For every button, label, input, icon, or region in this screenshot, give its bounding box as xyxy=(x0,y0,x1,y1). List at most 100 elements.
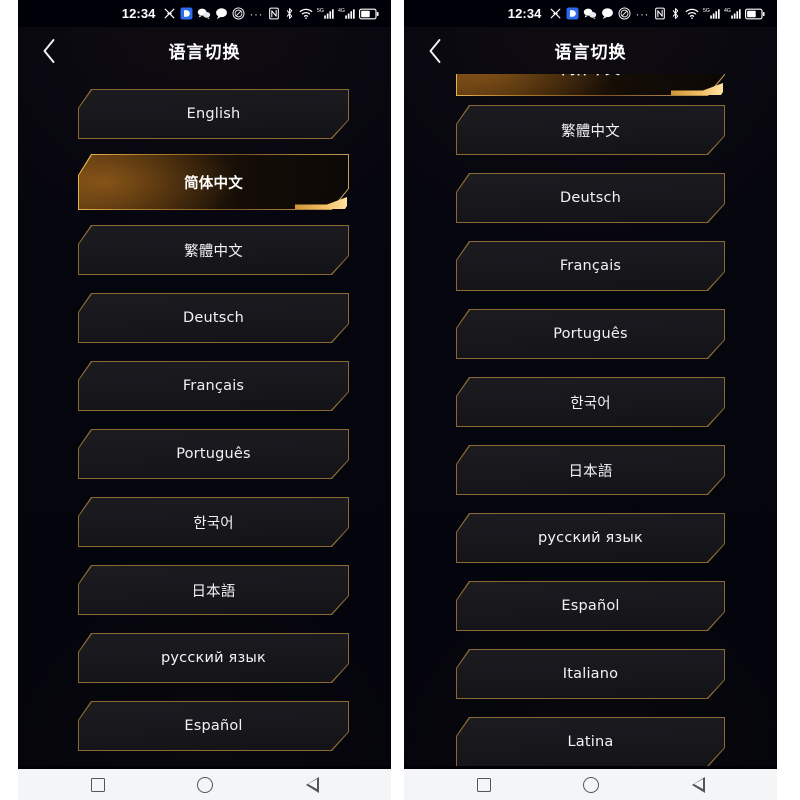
signal-5g-sim1-icon: 5G xyxy=(317,7,334,20)
language-option-label: 日本語 xyxy=(191,583,236,600)
mute-vibrate-icon xyxy=(549,7,562,20)
language-option-selected[interactable]: 简体中文 xyxy=(78,154,349,210)
language-option[interactable]: Latina xyxy=(456,717,725,766)
language-option-label: Deutsch xyxy=(182,310,245,326)
more-dots-icon: ··· xyxy=(249,6,263,21)
language-list-top[interactable]: English 简体中文繁體中文 Deutsch Français Português 한… xyxy=(18,74,391,766)
square-recents-icon xyxy=(90,777,105,792)
language-row: 简体中文 xyxy=(18,148,391,216)
wechat-icon xyxy=(197,7,211,20)
left-white-margin xyxy=(0,0,18,800)
language-option[interactable]: Italiano xyxy=(456,649,725,699)
phone-panel-language-list-scrolled: 12:34 ··· 5G 4G 语言切换 繁體中文 Deutsch França… xyxy=(404,0,777,800)
language-option-label: Português xyxy=(176,446,251,462)
language-option-label: 繁體中文 xyxy=(561,123,620,140)
language-option[interactable]: Français xyxy=(456,241,725,291)
do-not-disturb-icon xyxy=(232,7,245,20)
system-back-button[interactable] xyxy=(681,772,715,798)
language-option[interactable]: Português xyxy=(456,309,725,359)
home-button[interactable] xyxy=(188,772,222,798)
language-row: 繁體中文 xyxy=(18,216,391,284)
language-row: 한국어 xyxy=(18,488,391,556)
triangle-back-icon xyxy=(691,776,705,793)
do-not-disturb-icon xyxy=(618,7,631,20)
language-option-label: русский язык xyxy=(161,650,266,666)
language-option-label: 日本語 xyxy=(568,463,613,480)
language-option[interactable]: русский язык xyxy=(78,633,349,683)
chevron-left-icon xyxy=(43,38,54,63)
language-option-label: 繁體中文 xyxy=(184,243,243,260)
language-option[interactable]: Português xyxy=(78,429,349,479)
language-row: Deutsch xyxy=(18,284,391,352)
language-option[interactable]: Español xyxy=(78,701,349,751)
language-row: Português xyxy=(404,300,777,368)
message-bubble-icon xyxy=(215,7,228,20)
language-option[interactable]: 한국어 xyxy=(456,377,725,427)
language-row: English xyxy=(18,80,391,148)
language-option-selected[interactable]: 简体中文 xyxy=(456,74,725,96)
language-option-label: Português xyxy=(553,326,628,342)
language-option-label: 简体中文 xyxy=(184,175,243,192)
status-bar: 12:34 ··· 5G 4G xyxy=(404,0,777,27)
language-option-label: 한국어 xyxy=(570,395,611,412)
language-option[interactable]: 日本語 xyxy=(456,445,725,495)
language-row: Français xyxy=(404,232,777,300)
home-button[interactable] xyxy=(574,772,608,798)
wechat-icon xyxy=(583,7,597,20)
language-row: Español xyxy=(18,692,391,760)
svg-text:5G: 5G xyxy=(703,8,710,14)
square-recents-icon xyxy=(476,777,491,792)
signal-4g-sim2-icon: 4G xyxy=(724,7,741,20)
recents-button[interactable] xyxy=(467,772,501,798)
language-option[interactable]: 한국어 xyxy=(78,497,349,547)
language-list-scrolled[interactable]: 简体中文繁體中文 Deutsch Français Português 한국어 日本語 ру… xyxy=(404,74,777,766)
language-row: Français xyxy=(18,352,391,420)
language-option[interactable]: Deutsch xyxy=(78,293,349,343)
svg-text:4G: 4G xyxy=(724,8,731,14)
circle-home-icon xyxy=(196,776,213,793)
language-option-label: Français xyxy=(559,258,622,274)
language-row: 日本語 xyxy=(404,436,777,504)
system-nav-bar xyxy=(404,766,777,800)
page-title: 语言切换 xyxy=(168,43,241,63)
system-back-button[interactable] xyxy=(295,772,329,798)
language-row: русский язык xyxy=(18,624,391,692)
language-option-label: Español xyxy=(184,718,243,734)
language-row: 繁體中文 xyxy=(404,96,777,164)
language-option[interactable]: русский язык xyxy=(456,513,725,563)
language-option[interactable]: 繁體中文 xyxy=(456,105,725,155)
recents-button[interactable] xyxy=(81,772,115,798)
language-row: Español xyxy=(404,572,777,640)
language-option[interactable]: Français xyxy=(78,361,349,411)
language-option-label: 한국어 xyxy=(193,515,234,532)
page-header: 语言切换 xyxy=(18,27,391,74)
message-bubble-icon xyxy=(601,7,614,20)
language-option[interactable]: Español xyxy=(456,581,725,631)
alarm-app-icon xyxy=(566,7,579,20)
back-button[interactable] xyxy=(34,36,64,66)
status-bar: 12:34 ··· 5G 4G xyxy=(18,0,391,27)
screenshot-stage: 12:34 ··· 5G 4G 语言切换 English 简体中文 繁體中文 D… xyxy=(0,0,800,800)
back-button[interactable] xyxy=(420,36,450,66)
language-option[interactable]: 繁體中文 xyxy=(78,225,349,275)
language-option[interactable]: Deutsch xyxy=(456,173,725,223)
language-row: Latina xyxy=(404,708,777,766)
language-option[interactable]: English xyxy=(78,89,349,139)
bluetooth-icon xyxy=(670,7,681,20)
right-white-margin xyxy=(777,0,799,800)
mute-vibrate-icon xyxy=(163,7,176,20)
battery-icon xyxy=(745,8,765,20)
signal-4g-sim2-icon: 4G xyxy=(338,7,355,20)
language-option-label: Deutsch xyxy=(559,190,622,206)
triangle-back-icon xyxy=(305,776,319,793)
nfc-icon xyxy=(654,7,666,20)
language-option-label: English xyxy=(186,106,241,122)
battery-icon xyxy=(359,8,379,20)
language-option-label: Español xyxy=(561,598,620,614)
svg-text:4G: 4G xyxy=(338,8,345,14)
phone-panel-language-list-top: 12:34 ··· 5G 4G 语言切换 English 简体中文 繁體中文 D… xyxy=(18,0,391,800)
language-option[interactable]: 日本語 xyxy=(78,565,349,615)
nfc-icon xyxy=(268,7,280,20)
system-nav-bar xyxy=(18,766,391,800)
language-row: Português xyxy=(18,420,391,488)
